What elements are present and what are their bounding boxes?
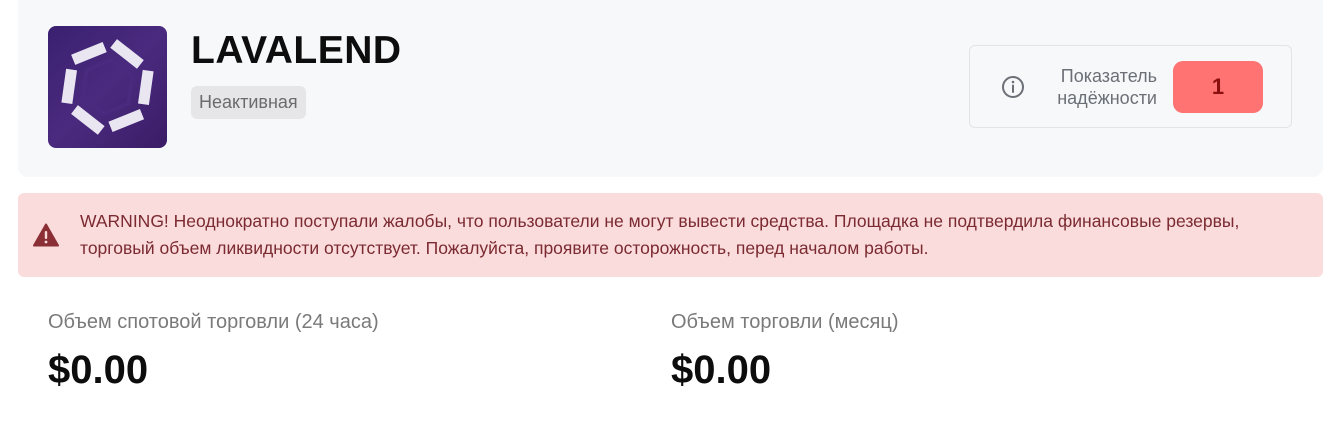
status-badge: Неактивная <box>191 86 306 119</box>
trust-score-label: Показатель надёжности <box>1057 66 1157 108</box>
warning-text: WARNING! Неоднократно поступали жалобы, … <box>80 211 1240 258</box>
exchange-name: LAVALEND <box>191 29 402 72</box>
trust-score-box: Показатель надёжности 1 <box>969 45 1292 128</box>
lavalend-logo-icon <box>48 26 167 148</box>
stat-label: Объем торговли (месяц) <box>671 311 899 333</box>
warning-banner: WARNING! Неоднократно поступали жалобы, … <box>18 193 1323 277</box>
trust-score-value: 1 <box>1173 61 1263 113</box>
stat-value: $0.00 <box>671 348 772 392</box>
exchange-page: LAVALEND Неактивная Показатель надёжност… <box>0 0 1340 422</box>
volume-month: Объем торговли (месяц) $0.00 <box>671 308 898 393</box>
stat-value: $0.00 <box>48 348 149 392</box>
spot-volume-24h: Объем спотовой торговли (24 часа) $0.00 <box>48 308 379 393</box>
stat-label: Объем спотовой торговли (24 часа) <box>48 311 379 333</box>
warning-triangle-icon <box>33 223 59 247</box>
